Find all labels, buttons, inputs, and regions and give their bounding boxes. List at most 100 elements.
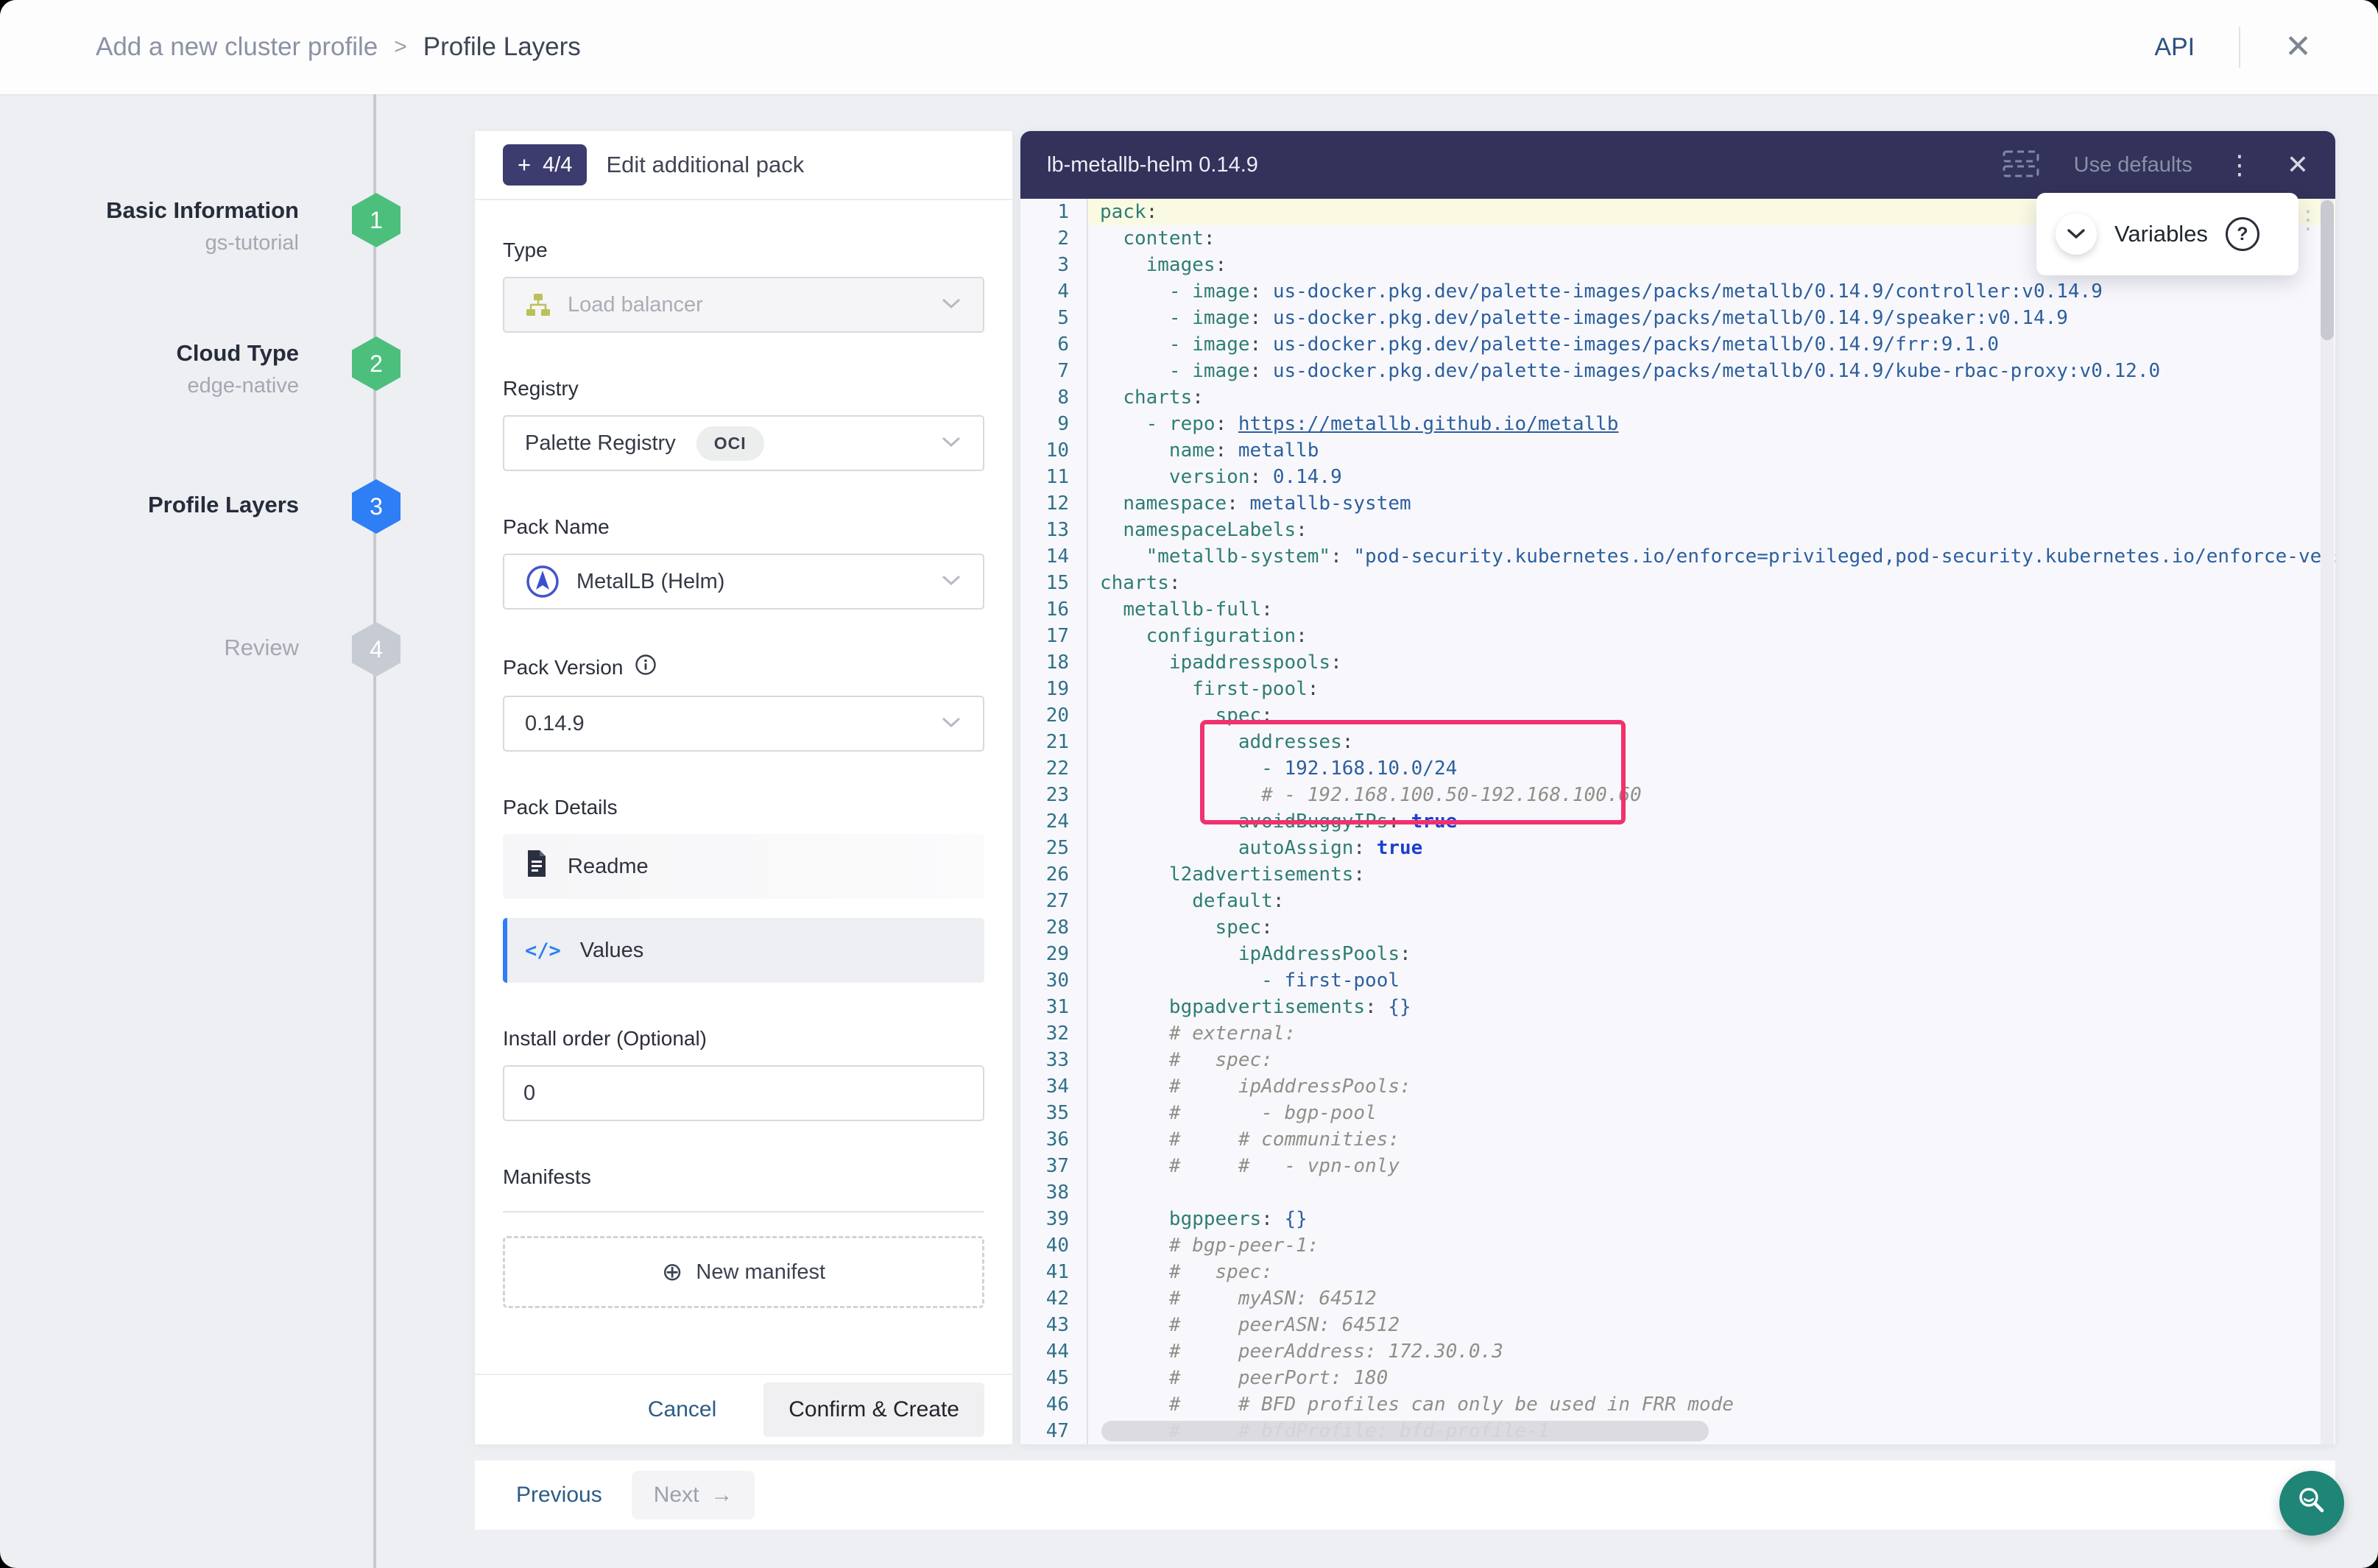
line-number: 14 (1020, 543, 1088, 570)
code-line[interactable]: 33 # spec: (1020, 1047, 2335, 1073)
breadcrumb: Add a new cluster profile > Profile Laye… (96, 32, 581, 62)
step-badge-2[interactable]: 2 (352, 336, 401, 391)
code-line[interactable]: 6 - image: us-docker.pkg.dev/palette-ima… (1020, 331, 2335, 358)
code-line[interactable]: 37 # # - vpn-only (1020, 1153, 2335, 1179)
line-number: 38 (1020, 1179, 1088, 1206)
code-line[interactable]: 25 autoAssign: true (1020, 835, 2335, 861)
code-line[interactable]: 35 # - bgp-pool (1020, 1100, 2335, 1126)
readme-tab[interactable]: Readme (503, 834, 984, 899)
code-line[interactable]: 4 - image: us-docker.pkg.dev/palette-ima… (1020, 278, 2335, 305)
pack-name-select[interactable]: MetalLB (Helm) (503, 554, 984, 610)
code-line[interactable]: 38 (1020, 1179, 2335, 1206)
code-line[interactable]: 41 # spec: (1020, 1259, 2335, 1285)
code-line[interactable]: 32 # external: (1020, 1020, 2335, 1047)
code-line[interactable]: 7 - image: us-docker.pkg.dev/palette-ima… (1020, 358, 2335, 384)
code-line[interactable]: 26 l2advertisements: (1020, 861, 2335, 888)
step-number: 1 (370, 207, 383, 234)
code-line[interactable]: 43 # peerASN: 64512 (1020, 1312, 2335, 1338)
api-link[interactable]: API (2154, 33, 2195, 62)
use-defaults-button[interactable]: Use defaults (2074, 153, 2192, 177)
code-line[interactable]: 28 spec: (1020, 914, 2335, 941)
chevron-down-icon[interactable] (2056, 213, 2097, 255)
code-line[interactable]: 11 version: 0.14.9 (1020, 464, 2335, 490)
code-line[interactable]: 8 charts: (1020, 384, 2335, 411)
code-line[interactable]: 12 namespace: metallb-system (1020, 490, 2335, 517)
diff-compare-icon[interactable] (2002, 149, 2040, 182)
breadcrumb-parent[interactable]: Add a new cluster profile (96, 32, 378, 62)
values-tab-label: Values (580, 939, 644, 963)
pack-version-select[interactable]: 0.14.9 (503, 696, 984, 752)
code-line[interactable]: 31 bgpadvertisements: {} (1020, 994, 2335, 1020)
info-icon[interactable] (635, 654, 657, 681)
variables-panel[interactable]: Variables ? (2036, 193, 2298, 275)
step-sublabel: edge-native (177, 374, 299, 398)
step-badge-1[interactable]: 1 (352, 193, 401, 247)
code-line[interactable]: 17 configuration: (1020, 623, 2335, 649)
code-line[interactable]: 22 - 192.168.10.0/24 (1020, 755, 2335, 782)
code-line[interactable]: 10 name: metallb (1020, 437, 2335, 464)
code-line[interactable]: 39 bgppeers: {} (1020, 1206, 2335, 1232)
step-review[interactable]: Review (224, 635, 299, 661)
confirm-create-button[interactable]: Confirm & Create (763, 1382, 984, 1437)
line-number: 18 (1020, 649, 1088, 676)
code-line[interactable]: 36 # # communities: (1020, 1126, 2335, 1153)
install-order-input[interactable]: 0 (503, 1065, 984, 1121)
line-number: 44 (1020, 1338, 1088, 1365)
oci-badge: OCI (696, 426, 764, 461)
previous-button[interactable]: Previous (516, 1483, 602, 1508)
step-label: Basic Information (106, 197, 299, 224)
install-order-value: 0 (523, 1081, 535, 1106)
code-line[interactable]: 42 # myASN: 64512 (1020, 1285, 2335, 1312)
close-icon[interactable]: ✕ (2284, 31, 2312, 63)
code-line[interactable]: 23 # - 192.168.100.50-192.168.100.60 (1020, 782, 2335, 808)
line-number: 46 (1020, 1391, 1088, 1418)
code-line[interactable]: 45 # peerPort: 180 (1020, 1365, 2335, 1391)
code-line[interactable]: 29 ipAddressPools: (1020, 941, 2335, 967)
breadcrumb-separator: > (394, 35, 407, 60)
code-line[interactable]: 18 ipaddresspools: (1020, 649, 2335, 676)
code-line[interactable]: 21 addresses: (1020, 729, 2335, 755)
line-number: 42 (1020, 1285, 1088, 1312)
code-line[interactable]: 16 metallb-full: (1020, 596, 2335, 623)
code-line[interactable]: 24 avoidBuggyIPs: true (1020, 808, 2335, 835)
pack-name-value: MetalLB (Helm) (576, 570, 724, 594)
step-profile-layers[interactable]: Profile Layers (148, 492, 299, 518)
step-badge-3[interactable]: 3 (352, 479, 401, 534)
step-cloud-type[interactable]: Cloud Type edge-native (177, 340, 299, 398)
registry-select[interactable]: Palette Registry OCI (503, 415, 984, 471)
help-icon[interactable]: ? (2226, 217, 2259, 251)
vertical-scrollbar-thumb[interactable] (2321, 200, 2334, 340)
code-line[interactable]: 27 default: (1020, 888, 2335, 914)
code-line[interactable]: 40 # bgp-peer-1: (1020, 1232, 2335, 1259)
code-line[interactable]: 20 spec: (1020, 702, 2335, 729)
editor-header: lb-metallb-helm 0.14.9 Use defaults ⋮ ✕ (1020, 131, 2335, 199)
editor-close-icon[interactable]: ✕ (2287, 152, 2309, 178)
line-number: 25 (1020, 835, 1088, 861)
code-line[interactable]: 46 # # BFD profiles can only be used in … (1020, 1391, 2335, 1418)
search-fab-button[interactable] (2279, 1471, 2344, 1536)
manifests-divider (503, 1211, 984, 1212)
code-line[interactable]: 34 # ipAddressPools: (1020, 1073, 2335, 1100)
code-line[interactable]: 30 - first-pool (1020, 967, 2335, 994)
variables-kebab-icon[interactable]: ⋮ (2296, 212, 2321, 228)
step-badge-4[interactable]: 4 (352, 622, 401, 677)
code-line[interactable]: 5 - image: us-docker.pkg.dev/palette-ima… (1020, 305, 2335, 331)
cancel-button[interactable]: Cancel (648, 1397, 716, 1422)
code-line[interactable]: 13 namespaceLabels: (1020, 517, 2335, 543)
values-tab[interactable]: </> Values (503, 918, 984, 983)
new-manifest-button[interactable]: ⊕ New manifest (503, 1236, 984, 1308)
yaml-code-area[interactable]: 1pack:2 content:3 images:4 - image: us-d… (1020, 199, 2335, 1444)
horizontal-scrollbar-thumb[interactable] (1101, 1421, 1709, 1441)
code-line[interactable]: 19 first-pool: (1020, 676, 2335, 702)
code-line[interactable]: 44 # peerAddress: 172.30.0.3 (1020, 1338, 2335, 1365)
step-basic-information[interactable]: Basic Information gs-tutorial (106, 197, 299, 255)
next-button[interactable]: Next → (632, 1471, 755, 1519)
next-label: Next (654, 1483, 699, 1508)
code-line[interactable]: 15charts: (1020, 570, 2335, 596)
line-number: 20 (1020, 702, 1088, 729)
kebab-menu-icon[interactable]: ⋮ (2226, 157, 2253, 173)
code-line[interactable]: 9 - repo: https://metallb.github.io/meta… (1020, 411, 2335, 437)
vertical-scrollbar-track[interactable] (2321, 199, 2334, 1444)
code-line[interactable]: 14 "metallb-system": "pod-security.kuber… (1020, 543, 2335, 570)
type-label: Type (503, 239, 984, 262)
